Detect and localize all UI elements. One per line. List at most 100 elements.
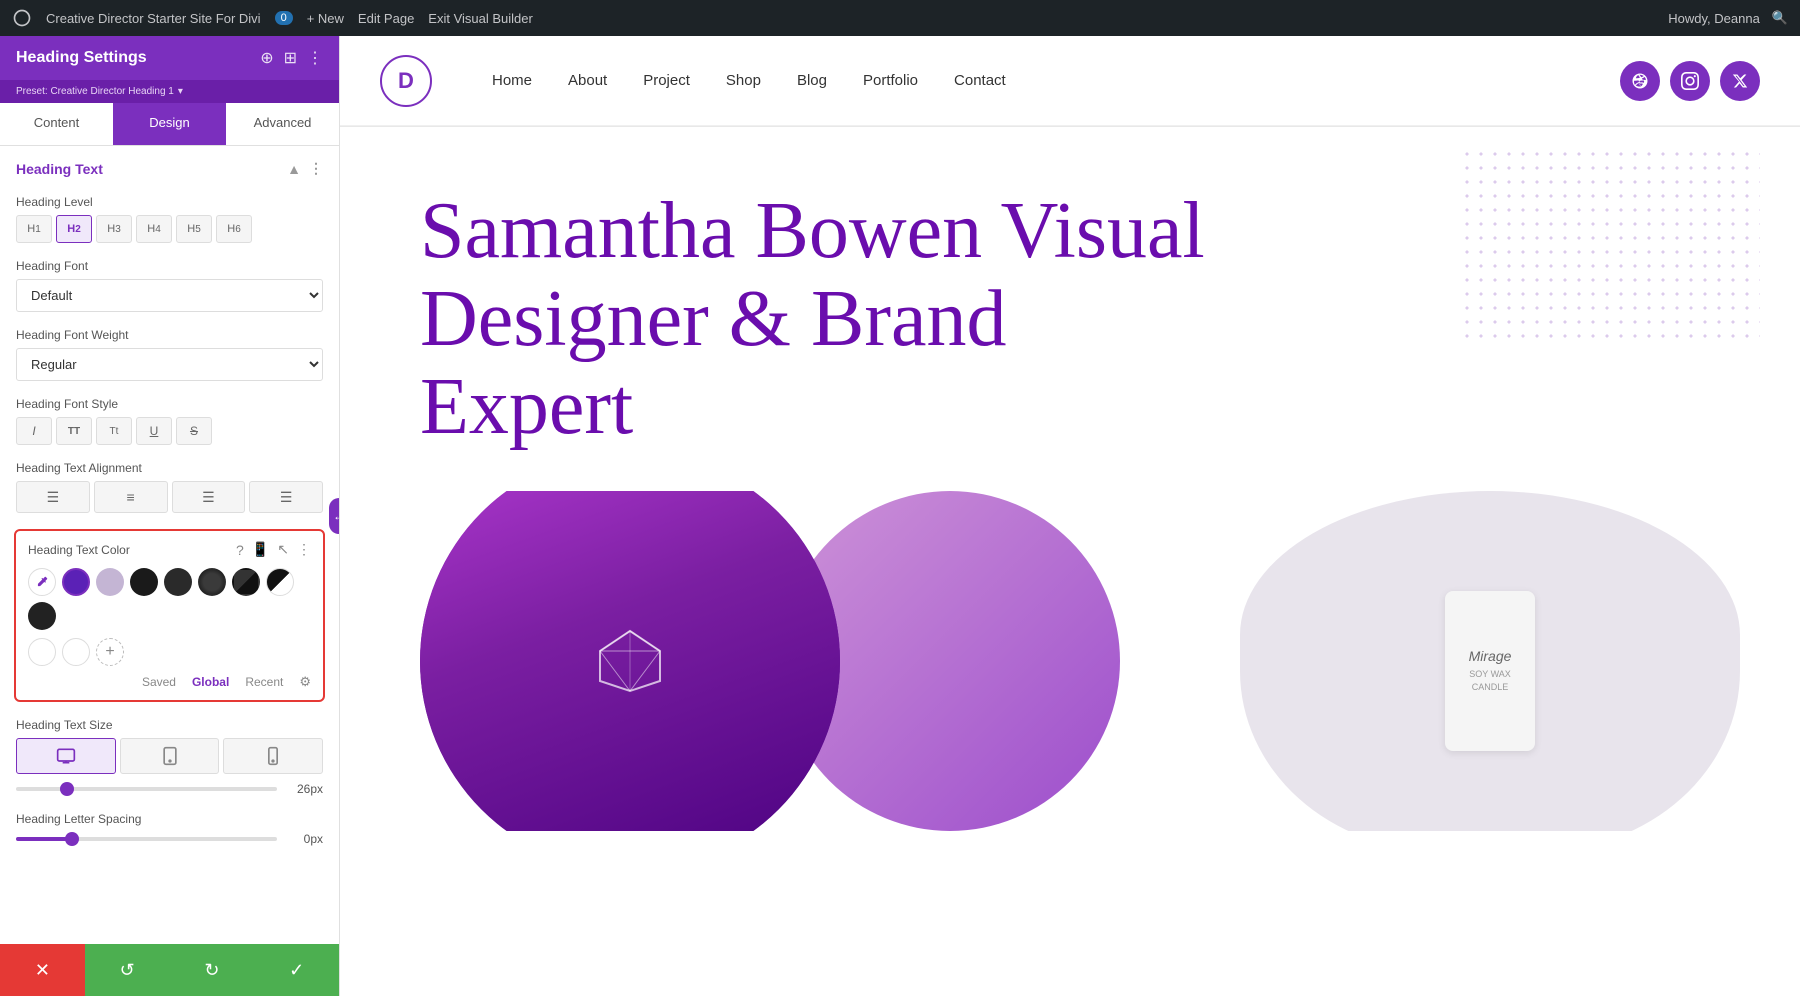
heading-h2-btn[interactable]: H2 — [56, 215, 92, 243]
heading-level-buttons: H1 H2 H3 H4 H5 H6 — [16, 215, 323, 243]
color-swatch-dark1[interactable] — [130, 568, 158, 596]
heading-font-select[interactable]: Default — [16, 279, 323, 312]
color-more-icon[interactable]: ⋮ — [297, 541, 311, 558]
color-pointer-icon[interactable]: ↖ — [277, 541, 289, 558]
underline-btn[interactable]: U — [136, 417, 172, 445]
text-size-slider[interactable] — [16, 787, 277, 791]
color-help-icon[interactable]: ? — [236, 542, 244, 558]
heading-font-weight-field: Heading Font Weight Regular — [0, 320, 339, 389]
size-desktop-btn[interactable] — [16, 738, 116, 774]
heading-h1-btn[interactable]: H1 — [16, 215, 52, 243]
alignment-buttons: ☰ ≡ ☰ ☰ — [16, 481, 323, 513]
hero-section: Samantha Bowen Visual Designer & Brand E… — [340, 127, 1800, 451]
heading-h6-btn[interactable]: H6 — [216, 215, 252, 243]
tab-content[interactable]: Content — [0, 103, 113, 145]
sidebar-header-icons: ⊕ ⊞ ⋮ — [260, 48, 323, 68]
preset-bar[interactable]: Preset: Creative Director Heading 1 ▾ — [0, 80, 339, 103]
undo-button[interactable]: ↺ — [85, 944, 170, 996]
tab-design[interactable]: Design — [113, 103, 226, 145]
sidebar-settings-icon[interactable]: ⊕ — [260, 48, 273, 68]
tab-advanced[interactable]: Advanced — [226, 103, 339, 145]
color-section-icons: ? 📱 ↖ ⋮ — [236, 541, 311, 558]
add-color-btn[interactable]: + — [96, 638, 124, 666]
admin-search-icon[interactable]: 🔍 — [1772, 10, 1788, 26]
admin-edit-page-link[interactable]: Edit Page — [358, 11, 414, 26]
nav-project[interactable]: Project — [643, 72, 690, 89]
admin-new-link[interactable]: + New — [307, 11, 344, 26]
letter-spacing-slider[interactable] — [16, 837, 277, 841]
heading-h4-btn[interactable]: H4 — [136, 215, 172, 243]
text-size-value: 26px — [287, 782, 323, 796]
color-swatch-light-purple[interactable] — [96, 568, 124, 596]
font-style-buttons: I TT Tt U S — [16, 417, 323, 445]
color-section-header: Heading Text Color ? 📱 ↖ ⋮ — [28, 541, 311, 558]
letter-spacing-slider-row: 0px — [16, 832, 323, 846]
color-swatch-black-half[interactable] — [266, 568, 294, 596]
color-swatch-empty2[interactable] — [62, 638, 90, 666]
nav-about[interactable]: About — [568, 72, 607, 89]
capitalize-btn[interactable]: Tt — [96, 417, 132, 445]
candle-brand-text: Mirage — [1469, 648, 1512, 664]
heading-font-style-label: Heading Font Style — [16, 397, 323, 411]
color-swatches-row2: + — [28, 638, 311, 666]
heading-font-label: Heading Font — [16, 259, 323, 273]
nav-home[interactable]: Home — [492, 72, 532, 89]
candle-product: Mirage SOY WAXCANDLE — [1445, 591, 1535, 751]
cancel-button[interactable]: ✕ — [0, 944, 85, 996]
color-responsive-icon[interactable]: 📱 — [252, 541, 269, 558]
color-swatch-purple[interactable] — [62, 568, 90, 596]
global-tab[interactable]: Global — [192, 675, 229, 689]
wordpress-icon[interactable] — [12, 8, 32, 28]
align-right-btn[interactable]: ☰ — [172, 481, 246, 513]
hero-product-image-1 — [420, 491, 840, 831]
content-area: D Home About Project Shop Blog Portfolio… — [340, 36, 1800, 996]
heading-h5-btn[interactable]: H5 — [176, 215, 212, 243]
admin-bar-left: Creative Director Starter Site For Divi … — [12, 8, 1652, 28]
nav-blog[interactable]: Blog — [797, 72, 827, 89]
eyedropper-btn[interactable] — [28, 568, 56, 596]
color-swatch-near-black[interactable] — [232, 568, 260, 596]
color-swatch-darkgray[interactable] — [28, 602, 56, 630]
admin-site-name[interactable]: Creative Director Starter Site For Divi — [46, 11, 261, 26]
hero-candle-image: Mirage SOY WAXCANDLE — [1240, 491, 1740, 831]
size-tablet-btn[interactable] — [120, 738, 220, 774]
color-swatch-dark2[interactable] — [164, 568, 192, 596]
color-settings-gear-icon[interactable]: ⚙ — [299, 674, 311, 690]
strikethrough-btn[interactable]: S — [176, 417, 212, 445]
hero-heading: Samantha Bowen Visual Designer & Brand E… — [420, 187, 1220, 451]
recent-tab[interactable]: Recent — [245, 675, 283, 689]
align-justify-btn[interactable]: ☰ — [249, 481, 323, 513]
instagram-icon[interactable] — [1670, 61, 1710, 101]
heading-text-alignment-field: Heading Text Alignment ☰ ≡ ☰ ☰ — [0, 453, 339, 521]
sidebar-expand-icon[interactable]: ⊞ — [284, 48, 297, 68]
size-mobile-btn[interactable] — [223, 738, 323, 774]
heading-font-weight-select[interactable]: Regular — [16, 348, 323, 381]
section-collapse-icon[interactable]: ▲ — [287, 161, 301, 177]
redo-button[interactable]: ↻ — [170, 944, 255, 996]
align-center-btn[interactable]: ≡ — [94, 481, 168, 513]
admin-exit-builder-link[interactable]: Exit Visual Builder — [428, 11, 533, 26]
section-more-icon[interactable]: ⋮ — [309, 160, 323, 177]
nav-portfolio[interactable]: Portfolio — [863, 72, 918, 89]
nav-contact[interactable]: Contact — [954, 72, 1006, 89]
nav-shop[interactable]: Shop — [726, 72, 761, 89]
saved-tab[interactable]: Saved — [142, 675, 176, 689]
heading-h3-btn[interactable]: H3 — [96, 215, 132, 243]
color-swatch-dark3[interactable] — [198, 568, 226, 596]
candle-subtitle: SOY WAXCANDLE — [1469, 668, 1511, 693]
save-button[interactable]: ✓ — [254, 944, 339, 996]
uppercase-btn[interactable]: TT — [56, 417, 92, 445]
sidebar-more-icon[interactable]: ⋮ — [307, 48, 323, 68]
dribbble-icon[interactable] — [1620, 61, 1660, 101]
site-logo[interactable]: D — [380, 55, 432, 107]
sidebar-panel: Heading Settings ⊕ ⊞ ⋮ Preset: Creative … — [0, 36, 340, 996]
align-left-btn[interactable]: ☰ — [16, 481, 90, 513]
italic-btn[interactable]: I — [16, 417, 52, 445]
heading-font-weight-label: Heading Font Weight — [16, 328, 323, 342]
letter-spacing-value: 0px — [287, 832, 323, 846]
heading-level-label: Heading Level — [16, 195, 323, 209]
color-swatch-empty1[interactable] — [28, 638, 56, 666]
resize-handle[interactable]: ↔ — [329, 498, 340, 534]
comment-count[interactable]: 0 — [275, 11, 293, 25]
twitter-x-icon[interactable] — [1720, 61, 1760, 101]
